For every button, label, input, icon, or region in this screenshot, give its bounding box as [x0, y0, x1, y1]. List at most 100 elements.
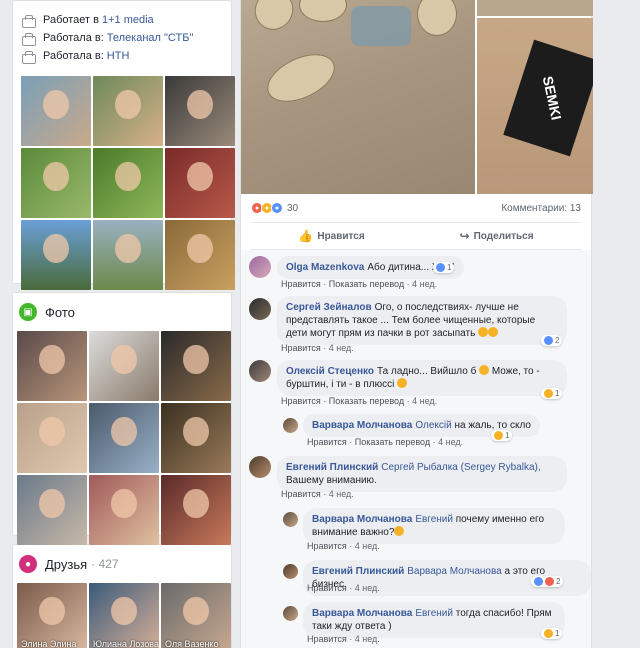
job-prefix: Работала в:: [43, 50, 104, 62]
reactions-summary[interactable]: ● ● ● 30: [251, 202, 298, 214]
photo-thumb[interactable]: [161, 403, 231, 473]
like-icon: [436, 263, 445, 272]
timestamp[interactable]: 4 нед.: [329, 489, 354, 499]
translate-link[interactable]: Показать перевод: [329, 396, 404, 406]
reaction-count: 1: [555, 629, 560, 638]
featured-photo[interactable]: [165, 220, 235, 290]
photos-grid: [17, 331, 231, 545]
comment-meta: Нравится · 4 нед.: [307, 541, 380, 551]
comment-author[interactable]: Варвара Молчанова: [312, 420, 412, 431]
like-link[interactable]: Нравится: [281, 279, 321, 289]
avatar[interactable]: [249, 456, 271, 478]
like-link[interactable]: Нравится: [307, 634, 347, 644]
avatar[interactable]: [249, 298, 271, 320]
featured-photo[interactable]: [21, 148, 91, 218]
post-images: SEMKI: [241, 0, 593, 194]
photo-thumb[interactable]: [89, 403, 159, 473]
friend-name[interactable]: Элина Элина: [21, 639, 76, 648]
comment-author[interactable]: Варвара Молчанова: [312, 514, 412, 525]
mention[interactable]: Варвара Молчанова: [407, 566, 501, 577]
comment-bubble: Варвара Молчанова Евгений тогда спасибо! …: [303, 602, 565, 638]
comment-reactions[interactable]: 1: [541, 628, 563, 639]
comment-meta: Нравится · Показать перевод · 4 нед.: [281, 279, 438, 289]
comment-reactions[interactable]: 1: [491, 430, 513, 441]
avatar[interactable]: [283, 564, 298, 579]
friend-tile[interactable]: Элина Элина: [17, 583, 87, 648]
comment-meta: Нравится · 4 нед.: [281, 489, 354, 499]
avatar[interactable]: [249, 360, 271, 382]
like-link[interactable]: Нравится: [307, 437, 347, 447]
comment-author[interactable]: Евгений Плинский: [286, 462, 378, 473]
job-prefix: Работает в: [43, 14, 99, 26]
photo-thumb[interactable]: [89, 475, 159, 545]
avatar[interactable]: [283, 418, 298, 433]
mention[interactable]: Олексій: [415, 420, 451, 431]
photo-thumb[interactable]: [17, 331, 87, 401]
friend-tile[interactable]: Юлиана Лозова: [89, 583, 159, 648]
like-label: Нравится: [317, 230, 365, 242]
photo-thumb[interactable]: [17, 475, 87, 545]
translate-link[interactable]: Показать перевод: [355, 437, 430, 447]
photos-card: ▣ Фото: [12, 292, 232, 545]
mention[interactable]: Сергей Рыбалка (Sergey Rybalka),: [381, 462, 540, 473]
job-row: Работает в 1+1 media: [21, 11, 223, 29]
timestamp[interactable]: 4 нед.: [412, 279, 437, 289]
share-button[interactable]: ↪ Поделиться: [460, 229, 534, 243]
like-link[interactable]: Нравится: [281, 489, 321, 499]
timestamp[interactable]: 4 нед.: [438, 437, 463, 447]
featured-photo[interactable]: [93, 76, 163, 146]
love-icon: [545, 577, 554, 586]
avatar[interactable]: [283, 606, 298, 621]
photo-thumb[interactable]: [161, 475, 231, 545]
avatar[interactable]: [283, 512, 298, 527]
post-image-main[interactable]: [241, 0, 475, 194]
photo-thumb[interactable]: [89, 331, 159, 401]
comment-author[interactable]: Olga Mazenkova: [286, 262, 364, 273]
job-place-link[interactable]: Телеканал "СТБ": [107, 32, 194, 44]
photo-thumb[interactable]: [17, 403, 87, 473]
like-button[interactable]: 👍 Нравится: [298, 229, 364, 243]
like-link[interactable]: Нравится: [281, 343, 321, 353]
comment-author[interactable]: Евгений Плинский: [312, 566, 404, 577]
timestamp[interactable]: 4 нед.: [355, 541, 380, 551]
photos-header[interactable]: ▣ Фото: [15, 301, 229, 323]
timestamp[interactable]: 4 нед.: [329, 343, 354, 353]
friend-name[interactable]: Юлиана Лозова: [93, 639, 159, 648]
featured-photo[interactable]: [165, 76, 235, 146]
featured-photo[interactable]: [21, 76, 91, 146]
avatar[interactable]: [249, 256, 271, 278]
like-link[interactable]: Нравится: [307, 583, 347, 593]
comments-count-link[interactable]: Комментарии: 13: [501, 203, 581, 214]
seed-shape: [417, 0, 457, 36]
timestamp[interactable]: 4 нед.: [355, 583, 380, 593]
featured-photo[interactable]: [165, 148, 235, 218]
comment-reactions[interactable]: 2: [531, 576, 564, 587]
comment-author[interactable]: Сергей Зейналов: [286, 302, 372, 313]
like-link[interactable]: Нравится: [307, 541, 347, 551]
mention[interactable]: Евгений: [415, 608, 453, 619]
mention[interactable]: Евгений: [415, 514, 453, 525]
photo-thumb[interactable]: [161, 331, 231, 401]
job-place-link[interactable]: НТН: [107, 50, 130, 62]
featured-photo[interactable]: [21, 220, 91, 290]
seed-shape: [247, 0, 301, 37]
translate-link[interactable]: Показать перевод: [329, 279, 404, 289]
friend-name[interactable]: Оля Вазенко: [165, 639, 218, 648]
like-link[interactable]: Нравится: [281, 396, 321, 406]
post-image-top-right[interactable]: [477, 0, 593, 16]
haha-icon: [544, 389, 553, 398]
friends-header[interactable]: ● Друзья · 427: [15, 553, 229, 575]
featured-photo[interactable]: [93, 148, 163, 218]
comment-reactions[interactable]: 1: [433, 262, 455, 273]
comment-author[interactable]: Варвара Молчанова: [312, 608, 412, 619]
featured-photo[interactable]: [93, 220, 163, 290]
comment-reactions[interactable]: 2: [541, 335, 563, 346]
comment-author[interactable]: Олексій Стеценко: [286, 366, 374, 377]
friend-tile[interactable]: Оля Вазенко: [161, 583, 231, 648]
job-prefix: Работала в:: [43, 32, 104, 44]
timestamp[interactable]: 4 нед.: [355, 634, 380, 644]
timestamp[interactable]: 4 нед.: [412, 396, 437, 406]
post-image-bottom-right[interactable]: SEMKI: [477, 18, 593, 194]
job-place-link[interactable]: 1+1 media: [102, 14, 154, 26]
comment-reactions[interactable]: 1: [541, 388, 563, 399]
